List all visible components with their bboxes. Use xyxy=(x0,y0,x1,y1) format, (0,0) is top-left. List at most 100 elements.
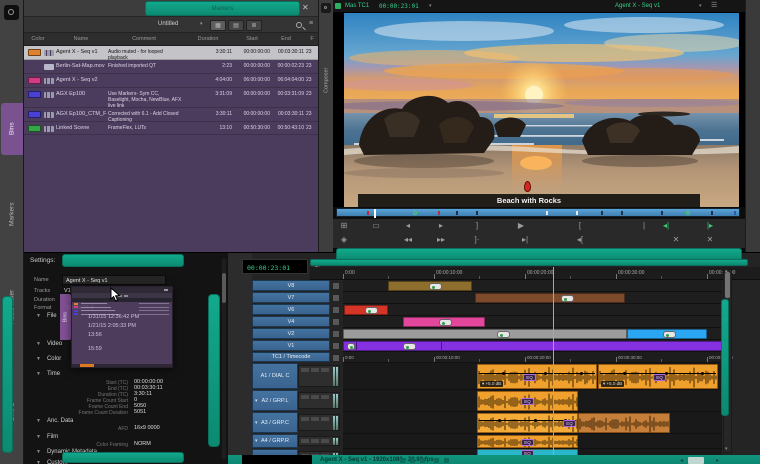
video-clip[interactable] xyxy=(343,329,627,339)
mini-button[interactable] xyxy=(301,417,309,421)
bin-row-agx-ep100-ctm-final-6-1[interactable]: AGX Ep100_CTM_Final_6.1Corrected with 6.… xyxy=(24,108,318,122)
mark-out-button[interactable]: ] xyxy=(468,221,486,231)
rail-tab-bins[interactable]: Bins xyxy=(1,103,23,155)
trim-b-side-button[interactable]: |▸ xyxy=(701,221,719,231)
bin-row-agent-x-seq-v1[interactable]: Agent X - Seq v1Audio muted - for looped… xyxy=(24,46,318,60)
audio-clip[interactable]: EQ▾ +5.0 dB xyxy=(598,364,718,389)
bin-row-berlin-sat-map-mov[interactable]: Berlin-Sat-Map.movFinished imported QT2:… xyxy=(24,60,318,74)
name-field[interactable]: Agent X - Seq v1 xyxy=(62,275,166,285)
column-header[interactable]: Color xyxy=(24,36,52,42)
fast-forward-button[interactable]: ▸▸ xyxy=(432,235,450,245)
column-header[interactable]: Name xyxy=(56,36,106,42)
section-time[interactable]: ▼Time xyxy=(36,371,60,377)
mark-in-button[interactable]: [ xyxy=(571,221,589,231)
eq-effect-badge[interactable]: EQ xyxy=(523,374,536,381)
bin-script-view-button[interactable]: ≣ xyxy=(246,20,262,31)
eq-effect-badge[interactable]: EQ xyxy=(563,420,576,427)
track-header-tc1-timecode[interactable]: TC1 / Timecode xyxy=(252,352,330,362)
video-clip[interactable] xyxy=(388,281,472,291)
track-monitor-button[interactable] xyxy=(332,354,340,362)
track-header-a4-grp-r[interactable]: A4 / GRP.R▾ xyxy=(252,434,298,448)
chevron-down-icon[interactable]: ▾ xyxy=(429,3,432,9)
search-icon[interactable] xyxy=(296,22,302,28)
mini-button[interactable] xyxy=(311,439,319,443)
bin-list-view-button[interactable]: ▦ xyxy=(210,20,226,31)
mini-button[interactable] xyxy=(311,395,319,399)
track-header-v6[interactable]: V6 xyxy=(252,304,330,315)
track-header-a2-grp-l[interactable]: A2 / GRP.L▾ xyxy=(252,390,298,411)
column-header[interactable]: F xyxy=(306,36,318,42)
close-icon[interactable]: ✕ xyxy=(302,3,309,12)
bin-frame-view-button[interactable]: ▤ xyxy=(228,20,244,31)
timeline-playhead[interactable] xyxy=(553,267,554,457)
mini-button[interactable] xyxy=(301,395,309,399)
column-header[interactable]: Duration xyxy=(184,36,232,42)
composer-position-bar[interactable] xyxy=(336,208,740,217)
go-to-mark-out-button[interactable]: ]· xyxy=(468,235,486,245)
composer-tab[interactable]: Composer xyxy=(321,45,332,115)
mini-button[interactable] xyxy=(321,439,329,443)
timecode-track-label[interactable]: Mas TC1 xyxy=(345,3,369,9)
timeline-timecode-box[interactable]: 00:00:23:01 xyxy=(242,259,308,274)
track-expander-icon[interactable]: ▾ xyxy=(255,420,258,426)
mini-button[interactable] xyxy=(311,368,319,372)
track-monitor-button[interactable] xyxy=(332,282,340,290)
section-color[interactable]: ▼Color xyxy=(36,356,61,362)
mini-button[interactable] xyxy=(301,368,309,372)
track-header-v2[interactable]: V2 xyxy=(252,328,330,339)
mini-button[interactable] xyxy=(311,417,319,421)
video-clip[interactable] xyxy=(344,305,388,315)
go-to-next-edit-button[interactable]: ▸| xyxy=(516,235,534,245)
mini-button[interactable] xyxy=(321,395,329,399)
audio-track-controls[interactable] xyxy=(298,365,340,387)
bin-row-linked-scene[interactable]: Linked SceneFrameFlex, LUTs13:1000:50:30… xyxy=(24,122,318,135)
video-clip[interactable] xyxy=(475,293,625,303)
add-edit-button[interactable]: | xyxy=(635,221,653,231)
column-header[interactable]: Comment xyxy=(108,36,180,42)
rail-tab-markers[interactable]: Markers xyxy=(1,187,23,242)
track-monitor-button[interactable] xyxy=(332,342,340,350)
monitor-menu-icon[interactable]: ☰ xyxy=(711,1,717,9)
bin-row-agx-ep100[interactable]: AGX Ep100Use Markers- Sym CC, Baselight,… xyxy=(24,88,318,108)
gutter-knob[interactable] xyxy=(321,3,331,13)
composer-timecode[interactable]: 00:00:23:01 xyxy=(379,3,419,10)
track-monitor-button[interactable] xyxy=(332,318,340,326)
audio-track-controls[interactable] xyxy=(298,392,340,409)
overwrite-button[interactable]: ▭ xyxy=(367,221,385,231)
audio-clip[interactable]: EQ xyxy=(477,391,578,411)
audio-clip[interactable] xyxy=(578,413,670,433)
hscroll-left-arrow[interactable]: ◂ xyxy=(680,457,683,464)
track-lane-tc1-timecode[interactable]: 0:0000:00:10:0000:00:20:0000:00:30:0000:… xyxy=(343,352,722,363)
bin-view-dropdown[interactable]: Untitled xyxy=(158,21,178,27)
rail-home-icon[interactable] xyxy=(4,5,19,20)
track-header-a3-grp-c[interactable]: A3 / GRP.C▾ xyxy=(252,412,298,433)
trim-a-side-button[interactable]: ◂| xyxy=(657,221,675,231)
section-file[interactable]: ▼File xyxy=(36,313,57,319)
audio-clip[interactable]: EQ xyxy=(477,435,578,448)
step-forward-button[interactable]: ▸ xyxy=(432,221,450,231)
track-header-v1[interactable]: V1 xyxy=(252,340,330,351)
loaded-sequence-name[interactable]: Agent X - Seq v1 xyxy=(615,3,660,9)
go-to-mark-in-button[interactable]: ◂[ xyxy=(571,235,589,245)
motion-effect-button[interactable]: ◈ xyxy=(335,235,353,245)
track-monitor-button[interactable] xyxy=(332,330,340,338)
track-lane-v6[interactable] xyxy=(343,304,722,316)
eq-effect-badge[interactable]: EQ xyxy=(521,439,534,446)
video-clip[interactable] xyxy=(343,341,722,351)
track-header-v4[interactable]: V4 xyxy=(252,316,330,327)
rewind-button[interactable]: ◂◂ xyxy=(399,235,417,245)
audio-clip[interactable]: EQ xyxy=(477,413,578,433)
splice-in-button[interactable]: ⊞ xyxy=(335,221,353,231)
audio-track-controls[interactable] xyxy=(298,414,340,431)
mini-button[interactable] xyxy=(301,439,309,443)
column-header[interactable]: Start xyxy=(234,36,270,42)
section-film[interactable]: ▼Film xyxy=(36,434,58,440)
eq-effect-badge[interactable]: EQ xyxy=(653,374,666,381)
track-expander-icon[interactable]: ▾ xyxy=(255,398,258,404)
track-header-v8[interactable]: V8 xyxy=(252,280,330,291)
bin-row-agent-x-seq-v2[interactable]: Agent X - Seq v24:04:0006:00:00:0006:04:… xyxy=(24,74,318,88)
timeline-ruler[interactable]: 0:0000:00:10:0000:00:20:0000:00:30:0000:… xyxy=(310,267,760,280)
audio-track-controls[interactable] xyxy=(298,436,340,446)
track-lane-v4[interactable] xyxy=(343,316,722,328)
mini-button[interactable] xyxy=(321,417,329,421)
